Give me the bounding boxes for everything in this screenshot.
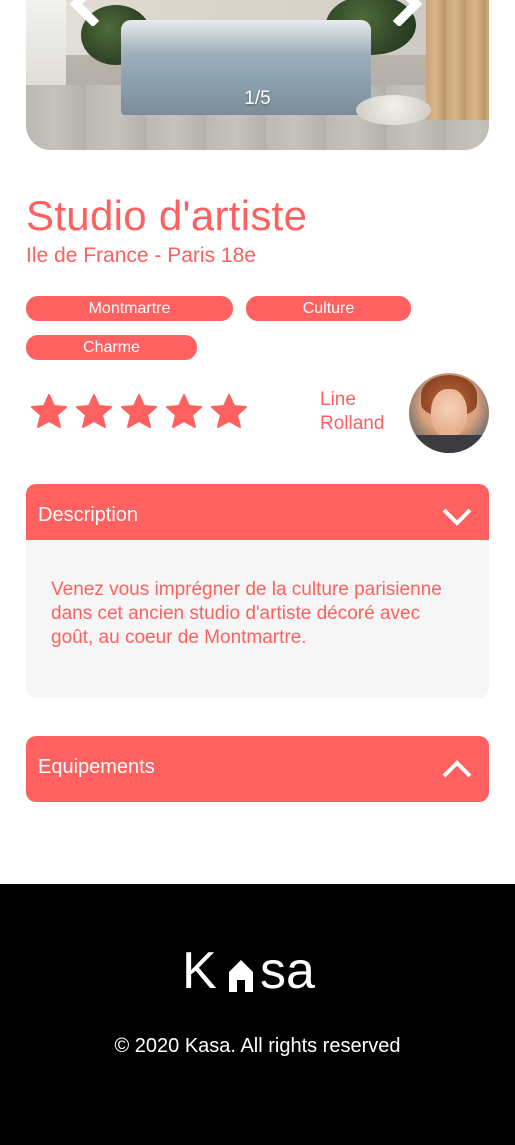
chevron-down-icon[interactable] <box>441 504 473 530</box>
tag: Montmartre <box>26 296 233 321</box>
kasa-logo: K sa <box>182 944 315 996</box>
chevron-right-icon[interactable] <box>388 0 434 26</box>
host-avatar <box>409 373 489 453</box>
listing-location: Ile de France - Paris 18e <box>26 244 256 267</box>
star-icon <box>76 394 112 428</box>
footer: K sa © 2020 Kasa. All rights reserved <box>0 884 515 1145</box>
chevron-left-icon[interactable] <box>58 0 104 26</box>
star-icon <box>121 394 157 428</box>
equipements-collapse-header[interactable]: Equipements <box>26 736 489 802</box>
svg-text:K: K <box>182 944 217 996</box>
star-icon <box>211 394 247 428</box>
listing-title: Studio d'artiste <box>26 192 308 239</box>
chevron-up-icon[interactable] <box>441 756 473 782</box>
tag: Culture <box>246 296 411 321</box>
description-label: Description <box>38 504 139 526</box>
star-icon <box>166 394 202 428</box>
description-panel: Venez vous imprégner de la culture paris… <box>26 540 489 698</box>
svg-text:sa: sa <box>260 944 315 996</box>
gallery-counter: 1/5 <box>244 88 271 109</box>
star-icon <box>31 394 67 428</box>
host-name: Line Rolland <box>320 389 385 434</box>
description-text: Venez vous imprégner de la culture paris… <box>51 579 442 648</box>
copyright: © 2020 Kasa. All rights reserved <box>114 1035 401 1057</box>
tag: Charme <box>26 335 197 360</box>
equipements-label: Equipements <box>38 756 155 778</box>
